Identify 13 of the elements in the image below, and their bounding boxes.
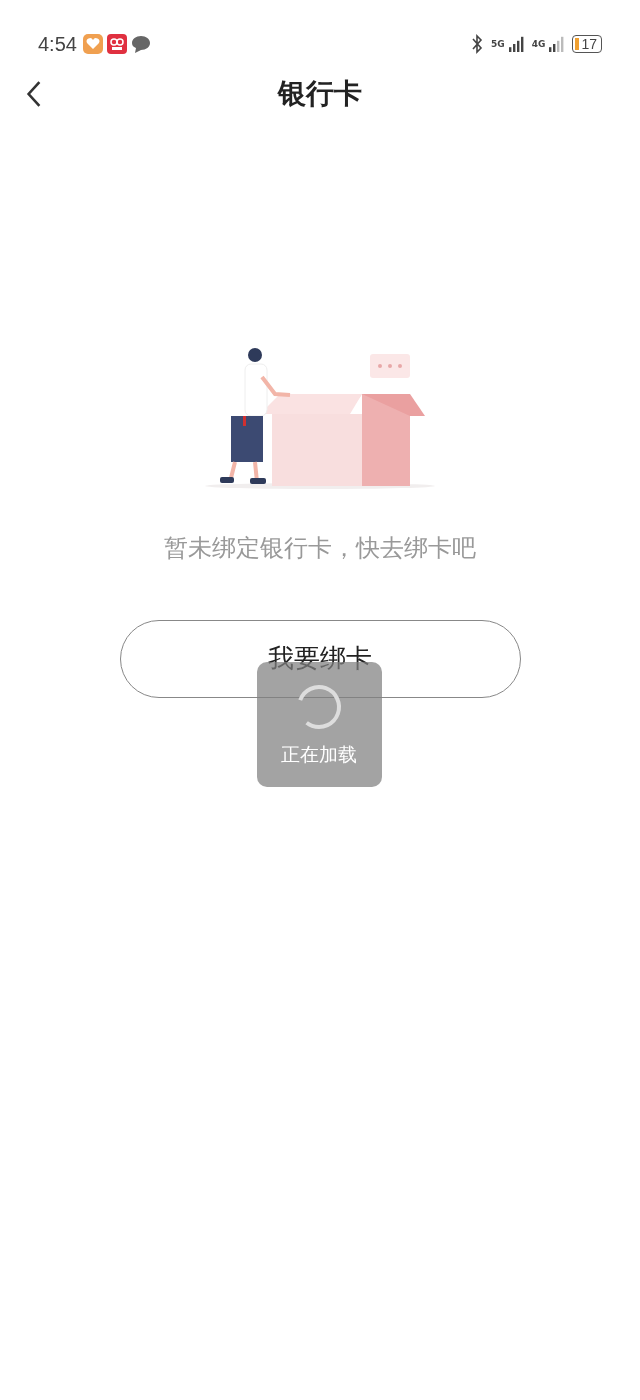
signal-icon xyxy=(549,35,566,53)
empty-message: 暂未绑定银行卡，快去绑卡吧 xyxy=(164,533,476,564)
network-label: 4G xyxy=(531,39,546,49)
page-title: 银行卡 xyxy=(278,76,362,112)
bluetooth-icon xyxy=(471,34,484,54)
signal-icon xyxy=(508,35,525,53)
chat-bubble-icon xyxy=(130,34,151,54)
status-time: 4:54 xyxy=(38,32,77,56)
heart-app-icon xyxy=(82,34,103,54)
video-app-icon xyxy=(106,34,127,54)
network-label: 5G xyxy=(491,39,505,49)
loading-text: 正在加载 xyxy=(281,741,357,767)
battery-indicator: 17 xyxy=(572,35,602,53)
